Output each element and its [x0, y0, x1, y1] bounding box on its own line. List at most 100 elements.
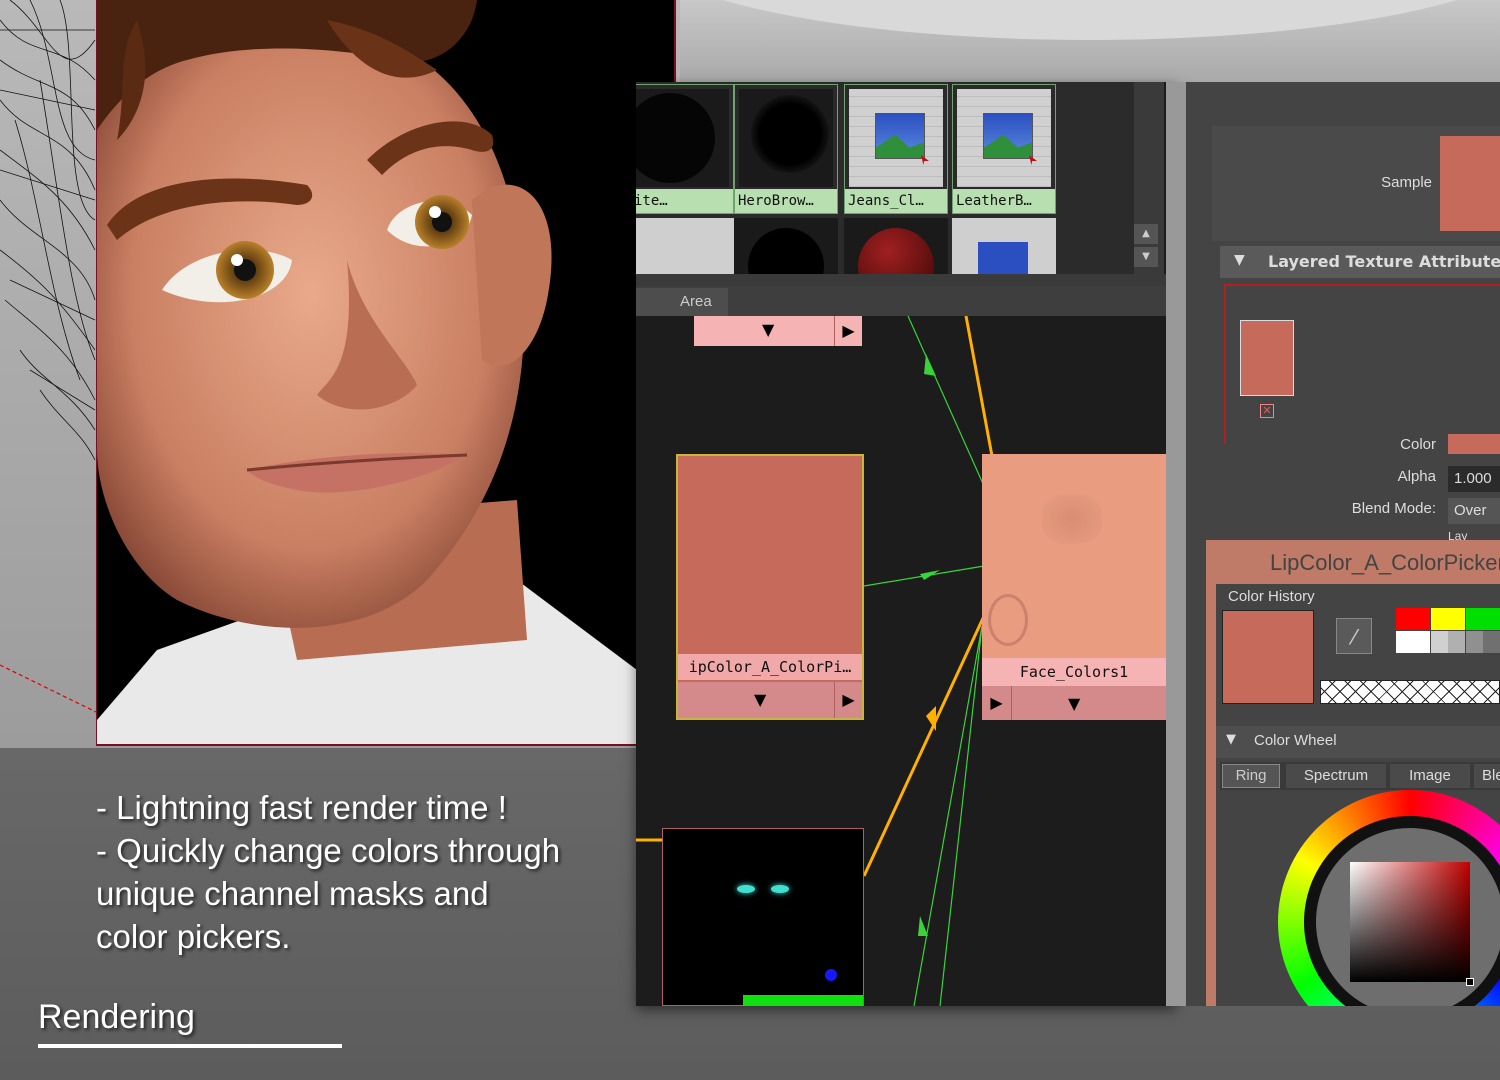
caption-line: - Lightning fast render time !	[96, 789, 507, 826]
scroll-up-icon[interactable]: ▲	[1134, 224, 1158, 244]
color-handle[interactable]	[1466, 978, 1474, 986]
swatch-row2-2[interactable]	[734, 218, 838, 304]
play-arrow-icon[interactable]: ▶	[834, 316, 862, 346]
history-swatch[interactable]	[1396, 608, 1430, 630]
history-swatch[interactable]	[1431, 631, 1465, 653]
node-upstream[interactable]: ▼ ▶	[694, 316, 862, 346]
current-color-swatch[interactable]	[1222, 610, 1314, 704]
sphere-icon	[739, 89, 833, 187]
node-label: Face_Colors1	[982, 658, 1166, 686]
dropdown-arrow-icon[interactable]: ▼	[1068, 694, 1080, 713]
scroll-down-icon[interactable]: ▼	[1134, 247, 1158, 267]
sample-label: Sample	[1381, 174, 1432, 191]
sample-section: Sample	[1212, 126, 1500, 241]
background-viewport-strip	[680, 0, 1500, 82]
section-title-rendering: Rendering	[38, 998, 195, 1036]
swatch-white[interactable]: ite…	[636, 84, 734, 214]
tab-spectrum[interactable]: Spectrum	[1286, 764, 1386, 788]
node-footer: ▼ ▶	[678, 682, 862, 718]
node-face-colors[interactable]: Face_Colors1 ▶ ▼	[982, 454, 1166, 720]
caption-line: - Quickly change colors through	[96, 832, 561, 869]
color-picker-window[interactable]: LipColor_A_ColorPicker Color History ⁄ ▼…	[1206, 540, 1500, 1006]
history-swatches[interactable]	[1396, 608, 1500, 653]
dropdown-arrow-icon[interactable]: ▼	[754, 690, 766, 709]
history-swatch[interactable]	[1466, 608, 1500, 630]
image-file-icon	[849, 89, 943, 187]
swatch-row2-3[interactable]	[844, 218, 948, 274]
delete-layer-icon[interactable]: ✕	[1260, 404, 1274, 418]
layer-visible-checkbox[interactable]: Lay	[1448, 532, 1500, 540]
color-ring[interactable]	[1278, 790, 1500, 1006]
history-swatch[interactable]	[1466, 631, 1500, 653]
face-texture-thumb	[1042, 494, 1102, 544]
color-label: Color	[1400, 436, 1436, 453]
hypershade-panel[interactable]: ite… HeroBrow… Jeans_Cl… LeatherB… ▲ ▼ A…	[636, 82, 1176, 1006]
panel-divider[interactable]	[1166, 82, 1176, 1006]
blend-mode-select[interactable]: Over	[1448, 498, 1500, 524]
alpha-label: Alpha	[1397, 468, 1436, 485]
empty-history-row[interactable]	[1320, 680, 1500, 704]
section-header-layered-texture[interactable]: ▼ Layered Texture Attributes	[1220, 246, 1500, 278]
picker-mode-tabs: Ring Spectrum Image Ble	[1220, 762, 1500, 790]
history-swatch[interactable]	[1431, 608, 1465, 630]
mask-bar	[743, 995, 863, 1006]
dropdown-arrow-icon[interactable]: ▼	[762, 320, 774, 339]
node-footer: ▶ ▼	[982, 686, 1166, 720]
collapse-arrow-icon[interactable]: ▼	[1234, 252, 1245, 268]
mask-eye-glow	[771, 885, 789, 893]
wireframe-hair	[0, 0, 97, 713]
history-swatch[interactable]	[1396, 631, 1430, 653]
sample-swatch	[1440, 136, 1500, 231]
color-wheel-section: Ring Spectrum Image Ble	[1216, 758, 1500, 1006]
splitter[interactable]	[636, 274, 1176, 286]
tab-image[interactable]: Image	[1390, 764, 1470, 788]
swatch-label: ite…	[636, 189, 733, 213]
swatch-herobrow[interactable]: HeroBrow…	[734, 84, 838, 214]
ae-divider[interactable]	[1176, 82, 1186, 1006]
play-arrow-icon[interactable]: ▶	[982, 686, 1012, 720]
gallery-scrollbar[interactable]: ▲ ▼	[1134, 82, 1164, 274]
caption-line: color pickers.	[96, 918, 291, 955]
swatch-row2-4[interactable]	[952, 218, 1056, 274]
color-swatch-field[interactable]	[1448, 434, 1500, 454]
caption-line: unique channel masks and	[96, 875, 489, 912]
image-file-icon	[957, 89, 1051, 187]
swatch-label: HeroBrow…	[735, 189, 837, 213]
background-sphere	[680, 0, 1500, 40]
swatch-label: Jeans_Cl…	[845, 189, 947, 213]
section-title: Layered Texture Attributes	[1268, 252, 1500, 271]
node-lipcolor[interactable]: ipColor_A_ColorPi… ▼ ▶	[676, 454, 864, 720]
caption-text: - Lightning fast render time ! - Quickly…	[96, 786, 616, 958]
swatch-gallery[interactable]: ite… HeroBrow… Jeans_Cl… LeatherB…	[636, 82, 1156, 304]
color-history-label: Color History	[1228, 588, 1315, 605]
layer-list[interactable]: ✕	[1224, 284, 1500, 444]
node-label: ipColor_A_ColorPi…	[678, 654, 862, 680]
color-picker-title: LipColor_A_ColorPicker	[1270, 550, 1500, 575]
node-channel-mask[interactable]	[662, 828, 864, 1006]
color-wheel-header[interactable]: ▼ Color Wheel	[1216, 726, 1500, 758]
swatch-leather[interactable]: LeatherB…	[952, 84, 1056, 214]
layer-swatch[interactable]	[1240, 320, 1294, 396]
swatch-row2-1[interactable]	[636, 218, 734, 274]
play-arrow-icon[interactable]: ▶	[834, 682, 862, 718]
tab-work-area[interactable]: Area	[636, 288, 728, 316]
alpha-field[interactable]: 1.000	[1448, 466, 1500, 492]
eyedropper-icon[interactable]: ⁄	[1336, 618, 1372, 654]
blend-mode-label: Blend Mode:	[1351, 500, 1436, 517]
swatch-jeans[interactable]: Jeans_Cl…	[844, 84, 948, 214]
color-wheel-label: Color Wheel	[1254, 732, 1337, 749]
saturation-value-square[interactable]	[1350, 862, 1470, 982]
collapse-arrow-icon[interactable]: ▼	[1226, 732, 1236, 747]
mask-eye-glow	[737, 885, 755, 893]
work-area-tabbar: Area	[636, 286, 1176, 316]
tab-ring[interactable]: Ring	[1222, 764, 1280, 788]
character-render	[97, 0, 674, 744]
sphere-icon	[636, 89, 729, 187]
swatch-label: LeatherB…	[953, 189, 1055, 213]
render-view	[96, 0, 676, 746]
mask-dot	[825, 969, 837, 981]
tab-blend[interactable]: Ble	[1474, 764, 1500, 788]
node-graph[interactable]: ▼ ▶ ipColor_A_ColorPi… ▼ ▶ Face_Colors1 …	[636, 316, 1166, 1006]
section-underline	[38, 1044, 342, 1048]
ear-texture-thumb	[988, 594, 1028, 646]
